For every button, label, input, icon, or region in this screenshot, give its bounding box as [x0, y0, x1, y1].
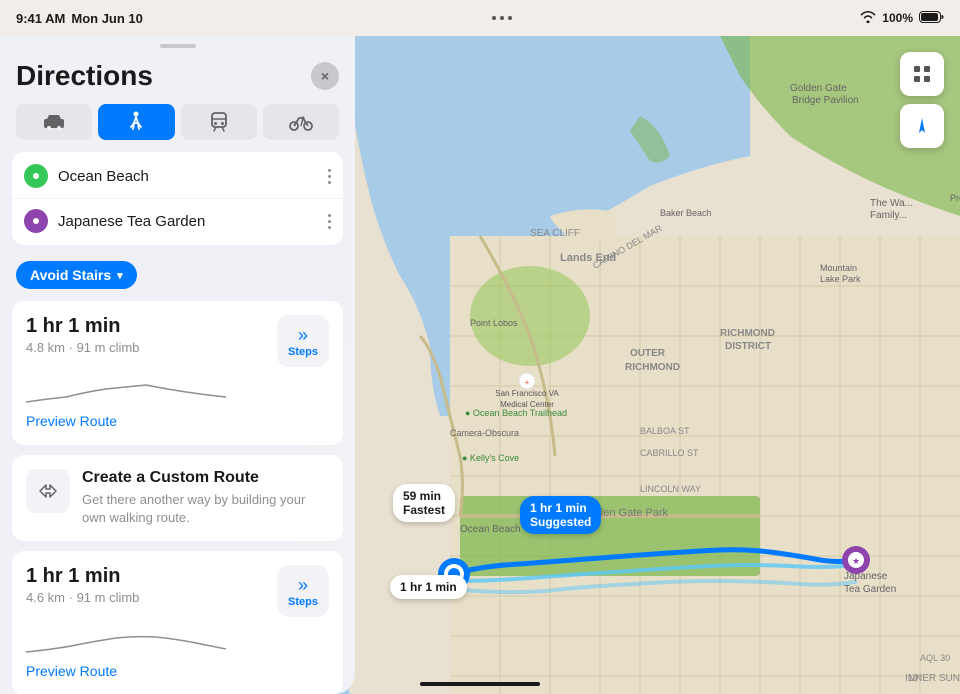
panel-title: Directions: [16, 60, 153, 92]
svg-text:Mountain: Mountain: [820, 263, 857, 273]
svg-text:Tea Garden: Tea Garden: [844, 584, 896, 595]
svg-text:Japanese: Japanese: [844, 571, 888, 582]
svg-text:19°: 19°: [908, 673, 922, 683]
waypoint-start-name: Ocean Beach: [58, 168, 322, 185]
svg-text:Bridge Pavilion: Bridge Pavilion: [792, 95, 859, 106]
svg-text:LINCOLN WAY: LINCOLN WAY: [640, 484, 701, 494]
svg-text:BALBOA ST: BALBOA ST: [640, 426, 690, 436]
status-time: 9:41 AM: [16, 11, 65, 26]
battery-icon: [919, 11, 944, 26]
svg-text:RICHMOND: RICHMOND: [625, 362, 680, 373]
svg-text:● Kelly's Cove: ● Kelly's Cove: [462, 453, 519, 463]
route-2-steps-label: Steps: [288, 596, 318, 608]
route-1-steps-label: Steps: [288, 346, 318, 358]
dot2: [500, 16, 504, 20]
waypoints-container: Ocean Beach Japanese Tea Garden: [12, 152, 343, 245]
svg-text:CABRILLO ST: CABRILLO ST: [640, 448, 699, 458]
map-type-button[interactable]: [900, 52, 944, 96]
dot1: [492, 16, 496, 20]
fastest-route-label: 59 min Fastest: [393, 484, 455, 522]
third-route-label: 1 hr 1 min: [390, 575, 467, 599]
svg-text:Baker Beach: Baker Beach: [660, 208, 712, 218]
svg-text:AQL 30: AQL 30: [920, 653, 950, 663]
custom-route-icon: [26, 469, 70, 513]
svg-text:+: +: [525, 378, 530, 387]
dot3: [508, 16, 512, 20]
chevron-down-icon: ▾: [117, 269, 123, 282]
custom-route-description: Get there another way by building your o…: [82, 491, 329, 527]
status-bar-right: 100%: [860, 11, 944, 26]
current-location-button[interactable]: [900, 104, 944, 148]
svg-text:Family...: Family...: [870, 210, 907, 221]
custom-route-title: Create a Custom Route: [82, 469, 329, 487]
svg-text:Ocean Beach: Ocean Beach: [460, 524, 521, 535]
status-bar-center: [492, 16, 512, 20]
custom-route-text: Create a Custom Route Get there another …: [82, 469, 329, 527]
steps-arrow-icon-2: »: [298, 575, 308, 596]
svg-text:★: ★: [852, 556, 860, 566]
svg-text:Lake Park: Lake Park: [820, 274, 861, 284]
suggested-route-label: 1 hr 1 min Suggested: [520, 496, 601, 534]
svg-text:Presid...: Presid...: [950, 193, 960, 203]
drag-handle[interactable]: [160, 44, 196, 48]
waypoint-end-icon: [24, 209, 48, 233]
svg-text:San Francisco VA: San Francisco VA: [495, 389, 559, 398]
route-2-steps-button[interactable]: » Steps: [277, 565, 329, 617]
route-card-2-header: 1 hr 1 min 4.6 km · 91 m climb » Steps: [26, 565, 329, 617]
avoid-stairs-button[interactable]: Avoid Stairs ▾: [16, 261, 137, 289]
waypoint-end-reorder[interactable]: [328, 214, 331, 229]
route-2-distance: 4.6 km · 91 m climb: [26, 590, 139, 605]
waypoint-start: Ocean Beach: [12, 154, 343, 199]
transport-tabs: [0, 104, 355, 152]
svg-text:SEA CLIFF: SEA CLIFF: [530, 228, 580, 239]
route-1-distance: 4.8 km · 91 m climb: [26, 340, 139, 355]
route-1-duration: 1 hr 1 min: [26, 315, 139, 338]
route-1-info: 1 hr 1 min 4.8 km · 91 m climb: [26, 315, 139, 355]
route-2-duration: 1 hr 1 min: [26, 565, 139, 588]
route-card-1-header: 1 hr 1 min 4.8 km · 91 m climb » Steps: [26, 315, 329, 367]
tab-walking[interactable]: [98, 104, 174, 140]
waypoint-end-name: Japanese Tea Garden: [58, 213, 322, 230]
route-2-preview-link[interactable]: Preview Route: [26, 663, 117, 679]
side-panel: Directions ×: [0, 36, 355, 694]
tab-driving[interactable]: [16, 104, 92, 140]
tab-cycling[interactable]: [263, 104, 339, 140]
steps-arrow-icon: »: [298, 325, 308, 346]
svg-text:● Ocean Beach Trailhead: ● Ocean Beach Trailhead: [465, 408, 567, 418]
svg-text:Golden Gate: Golden Gate: [790, 83, 847, 94]
wifi-icon: [860, 11, 876, 26]
tab-transit[interactable]: [181, 104, 257, 140]
home-indicator: [420, 682, 540, 686]
waypoint-start-reorder[interactable]: [328, 169, 331, 184]
route-2-info: 1 hr 1 min 4.6 km · 91 m climb: [26, 565, 139, 605]
custom-route-card[interactable]: Create a Custom Route Get there another …: [12, 455, 343, 541]
svg-text:The Wa...: The Wa...: [870, 198, 913, 209]
avoid-stairs-label: Avoid Stairs: [30, 267, 111, 283]
battery-percent: 100%: [882, 11, 913, 25]
route-1-steps-button[interactable]: » Steps: [277, 315, 329, 367]
route-card-2[interactable]: 1 hr 1 min 4.6 km · 91 m climb » Steps P…: [12, 551, 343, 694]
map-controls: [900, 52, 944, 148]
status-date: Mon Jun 10: [71, 11, 143, 26]
svg-text:OUTER: OUTER: [630, 348, 666, 359]
waypoint-end: Japanese Tea Garden: [12, 199, 343, 243]
waypoint-start-icon: [24, 164, 48, 188]
panel-header: Directions ×: [0, 52, 355, 104]
route-2-elevation: [26, 627, 329, 657]
svg-text:Medical Center: Medical Center: [500, 400, 554, 409]
route-1-elevation: [26, 377, 329, 407]
svg-text:Point Lobos: Point Lobos: [470, 318, 518, 328]
svg-text:RICHMOND: RICHMOND: [720, 328, 775, 339]
status-bar: 9:41 AM Mon Jun 10 100%: [0, 0, 960, 36]
route-1-preview-link[interactable]: Preview Route: [26, 413, 117, 429]
status-bar-left: 9:41 AM Mon Jun 10: [16, 11, 143, 26]
route-card-1[interactable]: 1 hr 1 min 4.8 km · 91 m climb » Steps P…: [12, 301, 343, 445]
svg-text:DISTRICT: DISTRICT: [725, 341, 771, 352]
close-button[interactable]: ×: [311, 62, 339, 90]
svg-text:Camera-Obscura: Camera-Obscura: [450, 428, 519, 438]
